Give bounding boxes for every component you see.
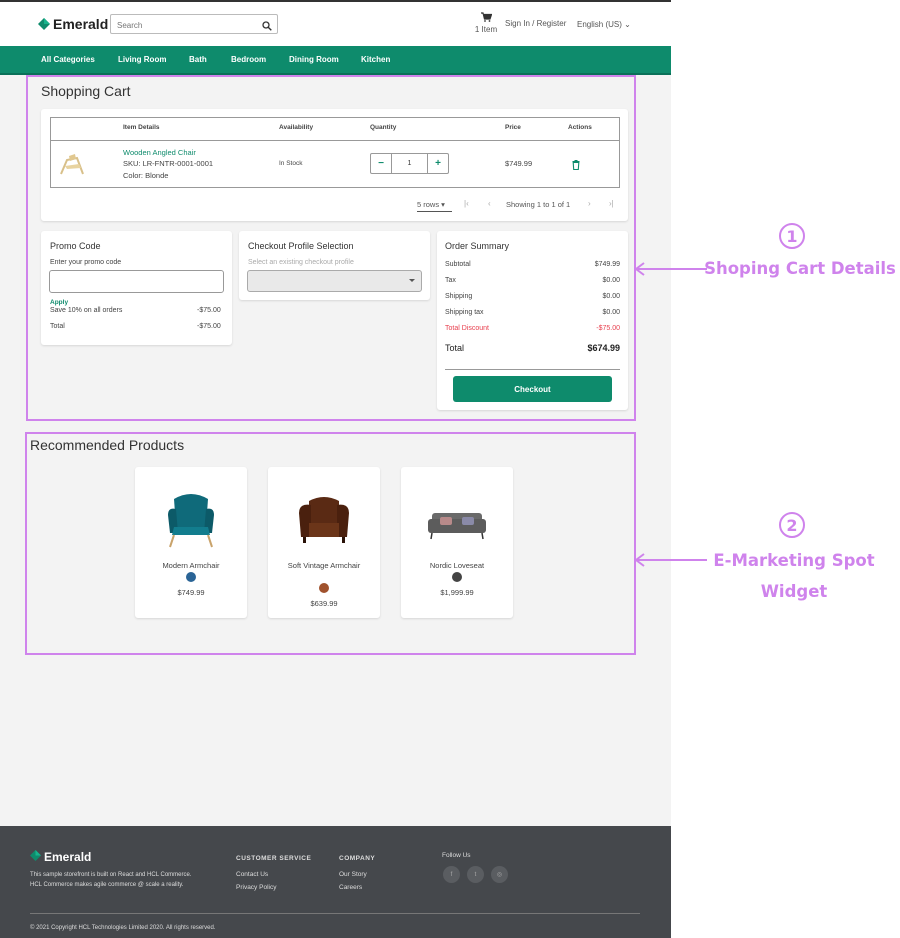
search-icon[interactable] — [262, 18, 272, 36]
category-nav: All Categories Living Room Bath Bedroom … — [0, 46, 671, 75]
nav-kitchen[interactable]: Kitchen — [361, 55, 390, 64]
contact-us-link[interactable]: Contact Us — [236, 871, 268, 878]
brand-name: Emerald — [53, 16, 109, 32]
nav-all-categories[interactable]: All Categories — [41, 55, 95, 64]
nav-dining-room[interactable]: Dining Room — [289, 55, 339, 64]
callout-number-1: 1 — [779, 223, 805, 249]
privacy-policy-link[interactable]: Privacy Policy — [236, 884, 276, 891]
chevron-down-icon: ⌄ — [624, 20, 631, 29]
company-heading: COMPANY — [339, 855, 376, 862]
cart-count: 1 Item — [474, 25, 498, 34]
emerald-logo-icon — [38, 18, 50, 30]
facebook-icon[interactable]: f — [443, 866, 460, 883]
callout-label-1: Shoping Cart Details — [704, 259, 896, 278]
cart-icon[interactable] — [474, 12, 498, 24]
callout-label-2a: E-Marketing Spot — [713, 551, 875, 570]
marketing-spot-highlight-box — [25, 432, 636, 655]
footer-divider — [30, 913, 640, 914]
site-header: Emerald 1 Item Sign In / Register Englis… — [0, 2, 671, 46]
footer-tagline-2: HCL Commerce makes agile commerce @ scal… — [30, 882, 184, 888]
our-story-link[interactable]: Our Story — [339, 871, 367, 878]
instagram-icon[interactable]: ◎ — [491, 866, 508, 883]
brand-logo[interactable]: Emerald — [38, 16, 108, 32]
emerald-logo-icon — [30, 850, 41, 864]
nav-bath[interactable]: Bath — [189, 55, 207, 64]
callout-number-2: 2 — [779, 512, 805, 538]
mini-cart[interactable]: 1 Item — [474, 12, 498, 34]
sign-in-link[interactable]: Sign In / Register — [505, 19, 566, 28]
footer-tagline-1: This sample storefront is built on React… — [30, 872, 192, 878]
customer-service-heading: CUSTOMER SERVICE — [236, 855, 312, 862]
callout-arrow-2 — [634, 553, 707, 567]
footer-logo[interactable]: Emerald — [30, 850, 91, 864]
language-selector[interactable]: English (US) ⌄ — [577, 20, 631, 29]
search-box[interactable] — [110, 14, 278, 36]
copyright-text: © 2021 Copyright HCL Technologies Limite… — [30, 925, 216, 931]
callout-label-2b: Widget — [760, 582, 828, 601]
twitter-icon[interactable]: t — [467, 866, 484, 883]
callout-arrow-1 — [634, 262, 707, 276]
footer-brand-name: Emerald — [44, 850, 92, 864]
shopping-cart-highlight-box — [26, 75, 636, 421]
follow-us-heading: Follow Us — [442, 852, 471, 859]
nav-living-room[interactable]: Living Room — [118, 55, 166, 64]
nav-bedroom[interactable]: Bedroom — [231, 55, 266, 64]
careers-link[interactable]: Careers — [339, 884, 362, 891]
site-footer: Emerald This sample storefront is built … — [0, 826, 671, 938]
language-label: English (US) — [577, 20, 622, 29]
search-input[interactable] — [111, 16, 251, 35]
